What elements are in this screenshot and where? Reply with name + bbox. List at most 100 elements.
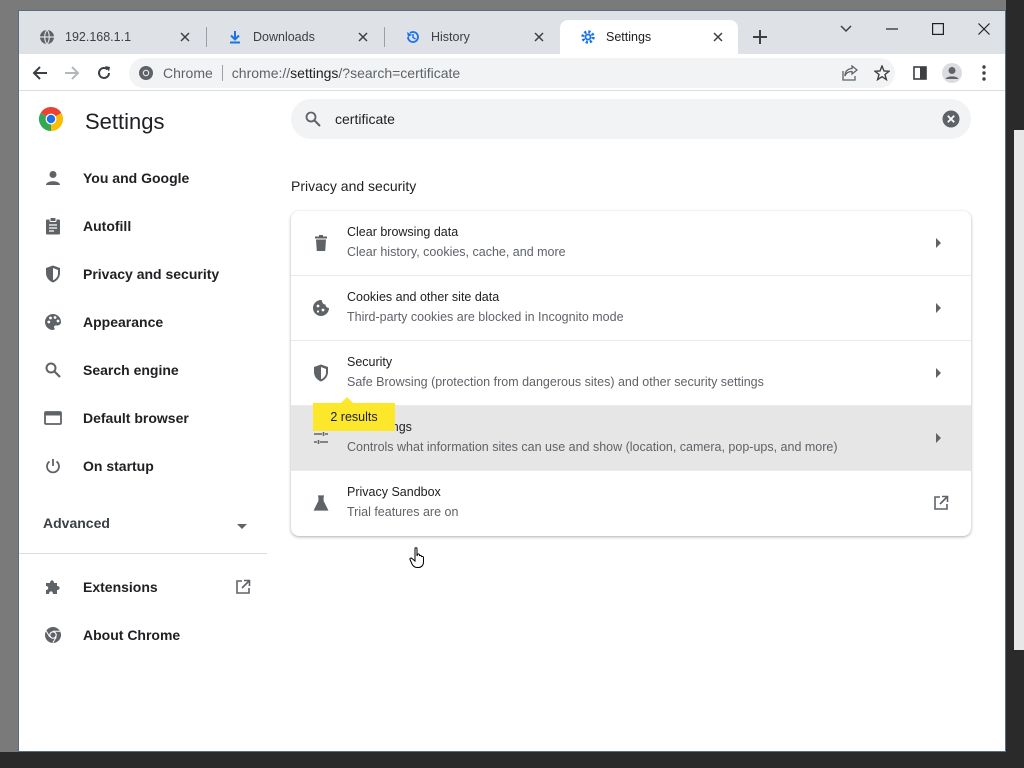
row-title: Clear browsing data bbox=[347, 225, 459, 239]
caret-down-icon bbox=[237, 517, 247, 533]
row-subtitle: Trial features are on bbox=[347, 505, 459, 519]
tab-title: Downloads bbox=[253, 30, 315, 44]
page-title: Settings bbox=[85, 108, 165, 134]
close-icon[interactable] bbox=[177, 29, 193, 45]
arrow-right-icon bbox=[933, 302, 945, 314]
sidebar-item-you-and-google[interactable]: You and Google bbox=[19, 158, 269, 198]
sidebar-item-extensions[interactable]: Extensions bbox=[19, 567, 269, 607]
advanced-label: Advanced bbox=[43, 515, 110, 531]
tab-downloads[interactable]: Downloads bbox=[207, 20, 383, 54]
tab-router[interactable]: 192.168.1.1 bbox=[19, 20, 205, 54]
search-icon bbox=[43, 360, 63, 380]
chrome-icon bbox=[137, 64, 155, 82]
arrow-right-icon bbox=[933, 432, 945, 444]
globe-icon bbox=[39, 29, 55, 45]
search-results-badge: 2 results bbox=[313, 397, 395, 431]
row-site-settings[interactable]: 2 results ings Controls what information… bbox=[291, 397, 971, 471]
clear-search-icon[interactable] bbox=[941, 109, 961, 129]
desktop-taskbar-edge bbox=[0, 752, 1024, 768]
row-title: Security bbox=[347, 355, 393, 369]
row-subtitle: Clear history, cookies, cache, and more bbox=[347, 245, 566, 259]
sidebar-item-about-chrome[interactable]: About Chrome bbox=[19, 615, 269, 655]
cookie-icon bbox=[311, 298, 331, 318]
palette-icon bbox=[43, 312, 63, 332]
clipboard-icon bbox=[43, 216, 63, 236]
sidebar-item-default-browser[interactable]: Default browser bbox=[19, 398, 269, 438]
tab-history[interactable]: History bbox=[385, 20, 559, 54]
sidebar-item-label: About Chrome bbox=[83, 627, 181, 643]
person-icon bbox=[43, 168, 63, 188]
new-tab-button[interactable] bbox=[749, 26, 771, 48]
power-icon bbox=[43, 456, 63, 476]
shield-icon bbox=[311, 363, 331, 383]
maximize-button[interactable] bbox=[915, 15, 961, 43]
close-icon[interactable] bbox=[710, 29, 726, 45]
settings-header: Settings bbox=[38, 106, 165, 136]
more-menu-icon[interactable] bbox=[971, 60, 997, 86]
browser-icon bbox=[43, 408, 63, 428]
search-query: certificate bbox=[335, 111, 395, 127]
row-title: Cookies and other site data bbox=[347, 290, 500, 304]
puzzle-icon bbox=[43, 577, 63, 597]
history-icon bbox=[405, 29, 421, 45]
close-icon[interactable] bbox=[531, 29, 547, 45]
sidebar-item-privacy[interactable]: Privacy and security bbox=[19, 254, 269, 294]
sidebar-item-label: Extensions bbox=[83, 579, 158, 595]
row-clear-browsing-data[interactable]: Clear browsing data Clear history, cooki… bbox=[291, 211, 971, 276]
settings-search-input[interactable]: certificate bbox=[291, 99, 971, 139]
tab-search-button[interactable] bbox=[823, 15, 869, 43]
chrome-logo-icon bbox=[38, 106, 64, 136]
tab-strip: 192.168.1.1 Downloads History Settings bbox=[19, 11, 1005, 54]
browser-window: 192.168.1.1 Downloads History Settings C… bbox=[18, 10, 1006, 752]
close-window-button[interactable] bbox=[961, 15, 1005, 43]
advanced-section-toggle[interactable]: Advanced bbox=[43, 513, 253, 533]
reload-button[interactable] bbox=[91, 60, 117, 86]
desktop-edge bbox=[1006, 0, 1024, 768]
section-title: Privacy and security bbox=[291, 178, 417, 194]
sidebar-item-autofill[interactable]: Autofill bbox=[19, 206, 269, 246]
row-subtitle: Third-party cookies are blocked in Incog… bbox=[347, 310, 624, 324]
close-icon[interactable] bbox=[355, 29, 371, 45]
minimize-button[interactable] bbox=[869, 15, 915, 43]
site-chip: Chrome bbox=[163, 65, 213, 81]
sidebar-item-appearance[interactable]: Appearance bbox=[19, 302, 269, 342]
tune-icon bbox=[311, 428, 331, 448]
sidebar-item-on-startup[interactable]: On startup bbox=[19, 446, 269, 486]
sidebar-divider bbox=[19, 553, 267, 554]
sidebar-item-label: Default browser bbox=[83, 410, 189, 426]
tab-title: 192.168.1.1 bbox=[65, 30, 132, 44]
sidebar-item-label: You and Google bbox=[83, 170, 190, 186]
url-scheme: chrome:// bbox=[231, 65, 291, 81]
share-icon[interactable] bbox=[837, 60, 863, 86]
tab-title: Settings bbox=[606, 30, 652, 44]
omnibox-divider bbox=[221, 65, 223, 81]
bookmark-star-icon[interactable] bbox=[869, 60, 895, 86]
hand-cursor-icon bbox=[409, 547, 424, 568]
profile-avatar[interactable] bbox=[939, 60, 965, 86]
forward-button[interactable] bbox=[59, 60, 85, 86]
chrome-icon bbox=[43, 625, 63, 645]
tab-title: History bbox=[431, 30, 470, 44]
browser-toolbar: Chrome chrome://settings/?search=certifi… bbox=[19, 54, 1005, 91]
row-subtitle: Safe Browsing (protection from dangerous… bbox=[347, 375, 764, 389]
flask-icon bbox=[311, 493, 331, 513]
row-subtitle: Controls what information sites can use … bbox=[347, 440, 838, 454]
shield-icon bbox=[43, 264, 63, 284]
settings-main: certificate Privacy and security Clear b… bbox=[289, 91, 989, 751]
row-privacy-sandbox[interactable]: Privacy Sandbox Trial features are on bbox=[291, 471, 971, 536]
sidebar-item-label: Appearance bbox=[83, 314, 164, 330]
settings-sidebar: Settings You and Google Autofill Privacy… bbox=[19, 91, 269, 751]
gear-icon bbox=[580, 29, 596, 45]
open-in-new-icon bbox=[233, 577, 253, 597]
back-button[interactable] bbox=[27, 60, 53, 86]
tab-settings[interactable]: Settings bbox=[560, 20, 738, 54]
sidebar-item-label: Search engine bbox=[83, 362, 179, 378]
side-panel-icon[interactable] bbox=[907, 60, 933, 86]
sidebar-item-search-engine[interactable]: Search engine bbox=[19, 350, 269, 390]
row-title: Privacy Sandbox bbox=[347, 485, 441, 499]
row-cookies[interactable]: Cookies and other site data Third-party … bbox=[291, 276, 971, 341]
sidebar-item-label: Privacy and security bbox=[83, 266, 220, 282]
row-security[interactable]: Security Safe Browsing (protection from … bbox=[291, 341, 971, 406]
address-bar[interactable]: Chrome chrome://settings/?search=certifi… bbox=[129, 58, 895, 88]
trash-icon bbox=[311, 233, 331, 253]
